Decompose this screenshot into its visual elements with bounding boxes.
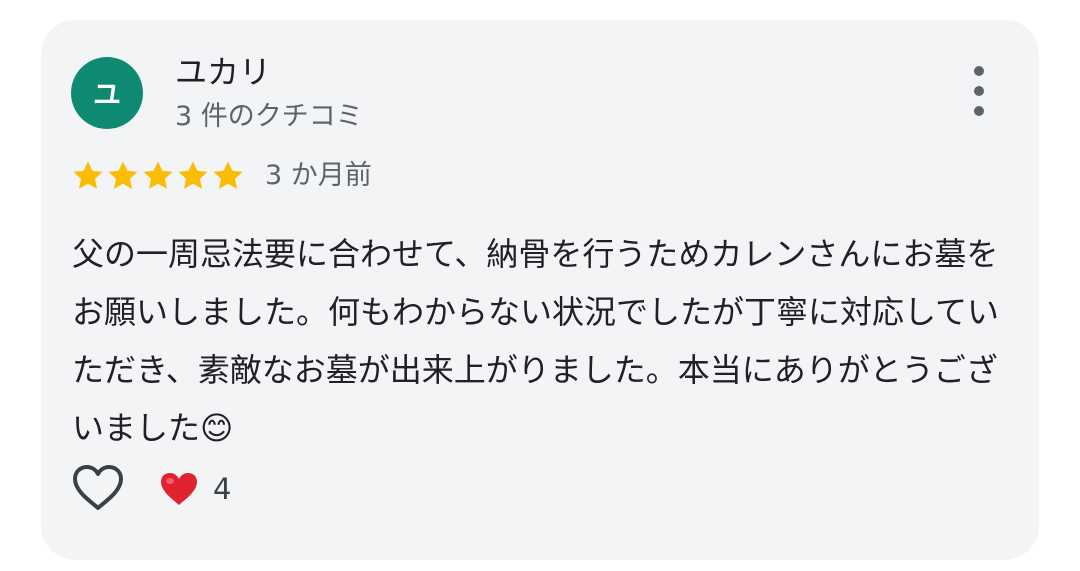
star-icon: [178, 161, 208, 189]
reviewer-review-count: 3 件のクチコミ: [175, 101, 363, 132]
star-icon: [73, 161, 103, 189]
red-heart-icon: [161, 473, 197, 505]
review-date: 3 か月前: [265, 160, 372, 191]
reaction-summary[interactable]: 4: [159, 469, 231, 509]
avatar[interactable]: ユ: [71, 57, 143, 129]
review-text: 父の一周忌法要に合わせて、納骨を行うためカレンさんにお墓をお願いしました。何もわ…: [72, 235, 1000, 447]
star-icon: [143, 161, 173, 189]
reviewer-name[interactable]: ユカリ: [175, 50, 271, 94]
like-button[interactable]: [71, 463, 125, 513]
more-vert-icon-dot: [974, 106, 984, 116]
avatar-letter: ユ: [92, 78, 121, 111]
star-icon: [213, 161, 243, 189]
more-vert-icon: [974, 66, 984, 76]
review-card: ユ ユカリ 3 件のクチコミ 3 か月前 父の一周忌法要に合わせて、納骨を行うた…: [41, 20, 1039, 560]
more-vert-icon-dot: [974, 86, 984, 96]
heart-outline-icon: [73, 465, 123, 510]
star-icon: [108, 161, 138, 189]
star-rating: [71, 159, 246, 193]
more-options-button[interactable]: [961, 66, 997, 116]
reaction-count: 4: [213, 472, 232, 506]
